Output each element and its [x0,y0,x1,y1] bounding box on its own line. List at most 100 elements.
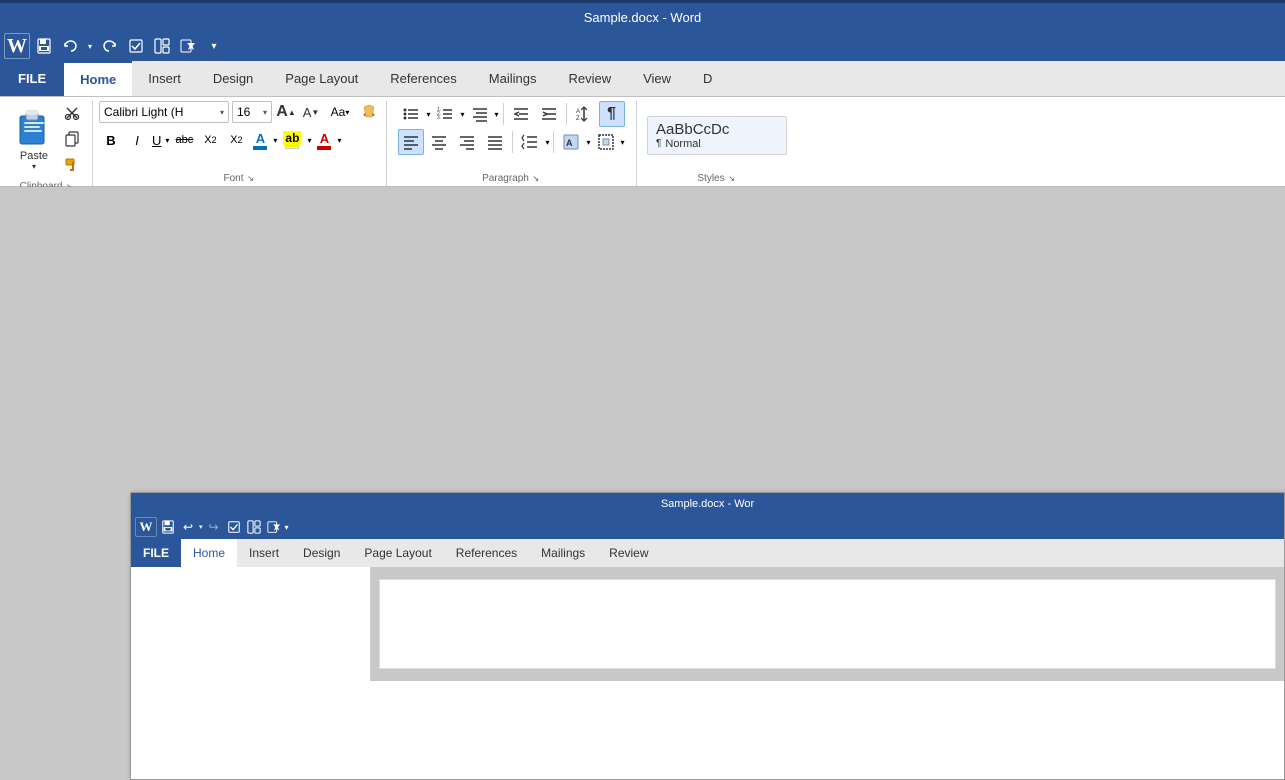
bg-ribbon-tabs: FILE Home Insert Design Page Layout Refe… [131,539,1284,567]
change-case-button[interactable]: Aa ▾ [325,101,355,123]
bullet-list-button[interactable] [398,101,424,127]
para-divider2 [566,103,567,125]
undo-button[interactable] [58,34,82,58]
bg-custom-btn[interactable] [265,518,283,536]
sort-button[interactable]: A Z [571,101,597,127]
tab-mailings[interactable]: Mailings [473,61,553,96]
multilevel-list-button[interactable] [467,101,493,127]
tab-view[interactable]: View [627,61,687,96]
align-left-button[interactable] [398,129,424,155]
bg-tab-home[interactable]: Home [181,539,237,567]
tab-d[interactable]: D [687,61,728,96]
bg-quick-access: W ↩ ▾ ↪ ▾ [131,515,1284,539]
superscript-button[interactable]: X2 [224,128,248,152]
numbered-list-dropdown[interactable]: ▾ [460,110,464,119]
borders-dropdown[interactable]: ▾ [621,138,625,147]
paste-button[interactable]: Paste ▾ [10,101,58,177]
font-format-row: B I U ▾ abc X2 X2 A ▾ ab [99,128,342,152]
title-bar-text: Sample.docx - Word [584,10,702,25]
bg-more-btn[interactable]: ▾ [285,523,289,532]
subscript-button[interactable]: X2 [198,128,222,152]
font-color-button[interactable]: A [250,129,270,152]
tab-insert[interactable]: Insert [132,61,197,96]
custom-button[interactable] [176,34,200,58]
underline-dropdown[interactable]: ▾ [164,136,170,145]
bg-undo-btn[interactable]: ↩ [179,518,197,536]
bg-content-area [131,567,1284,681]
underline-button[interactable]: U [151,132,162,149]
styles-label: Styles ↘ [643,171,791,186]
font-size-selector[interactable]: 16 ▾ [232,101,272,123]
svg-text:A: A [566,138,573,148]
tab-home[interactable]: Home [64,61,132,96]
bg-tab-references[interactable]: References [444,539,529,567]
italic-button[interactable]: I [125,128,149,152]
bg-tab-design[interactable]: Design [291,539,352,567]
bg-undo-drop[interactable]: ▾ [199,523,203,531]
bg-tab-page-layout[interactable]: Page Layout [352,539,443,567]
align-right-button[interactable] [454,129,480,155]
shading-dropdown[interactable]: ▾ [586,138,590,147]
bg-tab-file[interactable]: FILE [131,539,181,567]
paragraph-group: ▾ 1. 2. 3. ▾ [387,101,637,186]
copy-button[interactable] [60,127,84,151]
strikethrough-button[interactable]: abc [172,128,196,152]
borders-button[interactable] [593,129,619,155]
font-controls-row1: Calibri Light (H ▾ 16 ▾ A ▲ A ▼ Aa ▾ [99,101,380,123]
bg-save-btn[interactable] [159,518,177,536]
font-color-red-dropdown[interactable]: ▾ [336,136,342,145]
bg-check-btn[interactable] [225,518,243,536]
clear-format-button[interactable] [358,101,380,123]
tab-references[interactable]: References [374,61,472,96]
font-color-red-button[interactable]: A [314,129,334,152]
para-row1: ▾ 1. 2. 3. ▾ [398,101,624,127]
decrease-indent-button[interactable] [508,101,534,127]
bg-title-bar: Sample.docx - Wor [131,493,1284,515]
bullet-list-dropdown[interactable]: ▾ [426,110,430,119]
undo-dropdown[interactable]: ▾ [84,34,96,58]
show-formatting-button[interactable]: ¶ [599,101,625,127]
align-center-button[interactable] [426,129,452,155]
paragraph-expand[interactable]: ↘ [531,174,541,184]
redo-button[interactable] [98,34,122,58]
highlight-button[interactable]: ab [280,129,304,151]
bold-button[interactable]: B [99,128,123,152]
shrink-font-button[interactable]: A ▼ [300,101,322,123]
bg-tab-insert[interactable]: Insert [237,539,291,567]
styles-expand[interactable]: ↘ [727,174,737,184]
check-button[interactable] [124,34,148,58]
paste-dropdown-arrow[interactable]: ▾ [32,162,36,171]
multilevel-list-dropdown[interactable]: ▾ [495,110,499,119]
tab-design[interactable]: Design [197,61,269,96]
justify-button[interactable] [482,129,508,155]
ribbon-tabs: FILE Home Insert Design Page Layout Refe… [0,61,1285,97]
styles-current-name: Normal [665,138,700,150]
numbered-list-button[interactable]: 1. 2. 3. [432,101,458,127]
styles-preview-text: AaBbCcDc [656,121,778,138]
bg-tab-mailings[interactable]: Mailings [529,539,597,567]
word-logo: W [4,33,30,59]
increase-indent-button[interactable] [536,101,562,127]
tab-review[interactable]: Review [552,61,627,96]
more-button[interactable]: ▾ [202,34,226,58]
shading-button[interactable]: A [558,129,584,155]
font-expand[interactable]: ↘ [246,174,256,184]
cut-button[interactable] [60,101,84,125]
bg-redo-btn[interactable]: ↪ [205,518,223,536]
font-name-display: Calibri Light (H [104,105,220,119]
bg-layout-btn[interactable] [245,518,263,536]
tab-file[interactable]: FILE [0,61,64,96]
styles-preview[interactable]: AaBbCcDc ¶ Normal [647,116,787,155]
highlight-dropdown[interactable]: ▾ [306,136,312,145]
grow-font-button[interactable]: A ▲ [275,101,297,123]
line-spacing-dropdown[interactable]: ▾ [545,138,549,147]
font-color-dropdown[interactable]: ▾ [272,136,278,145]
layout-button[interactable] [150,34,174,58]
format-painter-button[interactable] [60,153,84,177]
font-name-selector[interactable]: Calibri Light (H ▾ [99,101,229,123]
save-button[interactable] [32,34,56,58]
bg-tab-review[interactable]: Review [597,539,660,567]
svg-text:3.: 3. [437,115,441,121]
tab-page-layout[interactable]: Page Layout [269,61,374,96]
line-spacing-button[interactable] [517,129,543,155]
